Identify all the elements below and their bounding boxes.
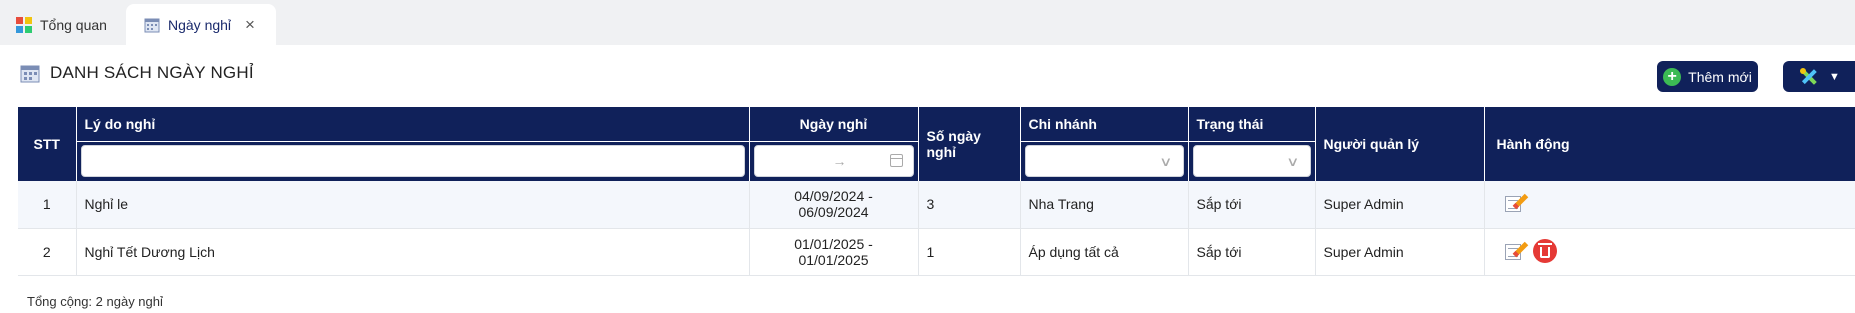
branch-filter-cell: ∨ xyxy=(1020,141,1189,181)
cell-reason: Nghỉ le xyxy=(76,181,750,229)
table-row: 1 Nghỉ le 04/09/2024 - 06/09/2024 3 Nha … xyxy=(18,181,1855,229)
calendar-icon xyxy=(889,154,903,168)
dashboard-icon xyxy=(16,16,32,33)
date-range-filter[interactable]: → xyxy=(753,145,914,178)
delete-icon[interactable] xyxy=(1532,239,1557,263)
tab-holidays-label: Ngày nghỉ xyxy=(168,16,232,33)
column-header-dates: Ngày nghỉ xyxy=(749,107,919,142)
chevron-down-icon: ∨ xyxy=(1286,154,1300,170)
cell-dates: 01/01/2025 - 01/01/2025 xyxy=(749,228,919,276)
cell-manager: Super Admin xyxy=(1315,181,1485,229)
arrow-right-icon: → xyxy=(832,153,847,170)
chevron-down-icon: ▼ xyxy=(1829,70,1840,83)
cell-stt: 1 xyxy=(18,181,77,229)
tools-icon xyxy=(1800,67,1817,85)
column-header-days: Số ngày nghỉ xyxy=(918,107,1021,181)
cell-reason: Nghỉ Tết Dương Lịch xyxy=(76,228,750,276)
add-new-label: Thêm mới xyxy=(1688,68,1752,85)
cell-dates: 04/09/2024 - 06/09/2024 xyxy=(749,181,919,229)
table-row: 2 Nghỉ Tết Dương Lịch 01/01/2025 - 01/01… xyxy=(18,228,1855,276)
edit-icon[interactable] xyxy=(1504,241,1528,261)
cell-actions xyxy=(1484,181,1855,229)
column-header-status: Trạng thái xyxy=(1188,107,1316,142)
cell-actions xyxy=(1484,228,1855,276)
add-new-button[interactable]: + Thêm mới xyxy=(1657,61,1758,92)
date-filter-cell: → xyxy=(749,141,919,181)
cell-branch: Nha Trang xyxy=(1020,181,1189,229)
branch-filter-select[interactable]: ∨ xyxy=(1024,145,1184,178)
tools-dropdown-button[interactable]: ▼ xyxy=(1783,61,1855,92)
calendar-icon xyxy=(20,65,40,83)
tab-overview-label: Tổng quan xyxy=(40,16,107,33)
edit-icon[interactable] xyxy=(1504,193,1528,213)
reason-filter-input[interactable] xyxy=(80,145,745,178)
cell-status: Sắp tới xyxy=(1188,181,1316,229)
column-header-branch: Chi nhánh xyxy=(1020,107,1189,142)
chevron-down-icon: ∨ xyxy=(1159,154,1173,170)
column-header-reason: Lý do nghỉ xyxy=(76,107,750,142)
status-filter-select[interactable]: ∨ xyxy=(1192,145,1311,178)
plus-icon: + xyxy=(1663,67,1682,86)
page-title-text: DANH SÁCH NGÀY NGHỈ xyxy=(50,63,254,82)
column-header-manager: Người quản lý xyxy=(1315,107,1485,181)
tab-holidays[interactable]: Ngày nghỉ × xyxy=(126,4,276,45)
column-header-stt: STT xyxy=(18,107,77,181)
cell-branch: Áp dụng tất cả xyxy=(1020,228,1189,276)
column-header-actions: Hành động xyxy=(1484,107,1855,181)
calendar-icon xyxy=(144,18,160,32)
close-icon[interactable]: × xyxy=(245,15,255,35)
tab-overview[interactable]: Tổng quan xyxy=(16,4,107,45)
page-title: DANH SÁCH NGÀY NGHỈ xyxy=(20,63,254,83)
total-count: Tổng cộng: 2 ngày nghỉ xyxy=(27,294,163,309)
cell-days: 1 xyxy=(918,228,1021,276)
status-filter-cell: ∨ xyxy=(1188,141,1316,181)
reason-filter-cell xyxy=(76,141,750,181)
main-content: DANH SÁCH NGÀY NGHỈ + Thêm mới ▼ STT Lý … xyxy=(0,45,1855,313)
cell-status: Sắp tới xyxy=(1188,228,1316,276)
holiday-table: STT Lý do nghỉ Ngày nghỉ Số ngày nghỉ Ch… xyxy=(18,107,1855,276)
cell-days: 3 xyxy=(918,181,1021,229)
cell-manager: Super Admin xyxy=(1315,228,1485,276)
cell-stt: 2 xyxy=(18,228,77,276)
tab-bar: Tổng quan Ngày nghỉ × xyxy=(0,0,1855,45)
